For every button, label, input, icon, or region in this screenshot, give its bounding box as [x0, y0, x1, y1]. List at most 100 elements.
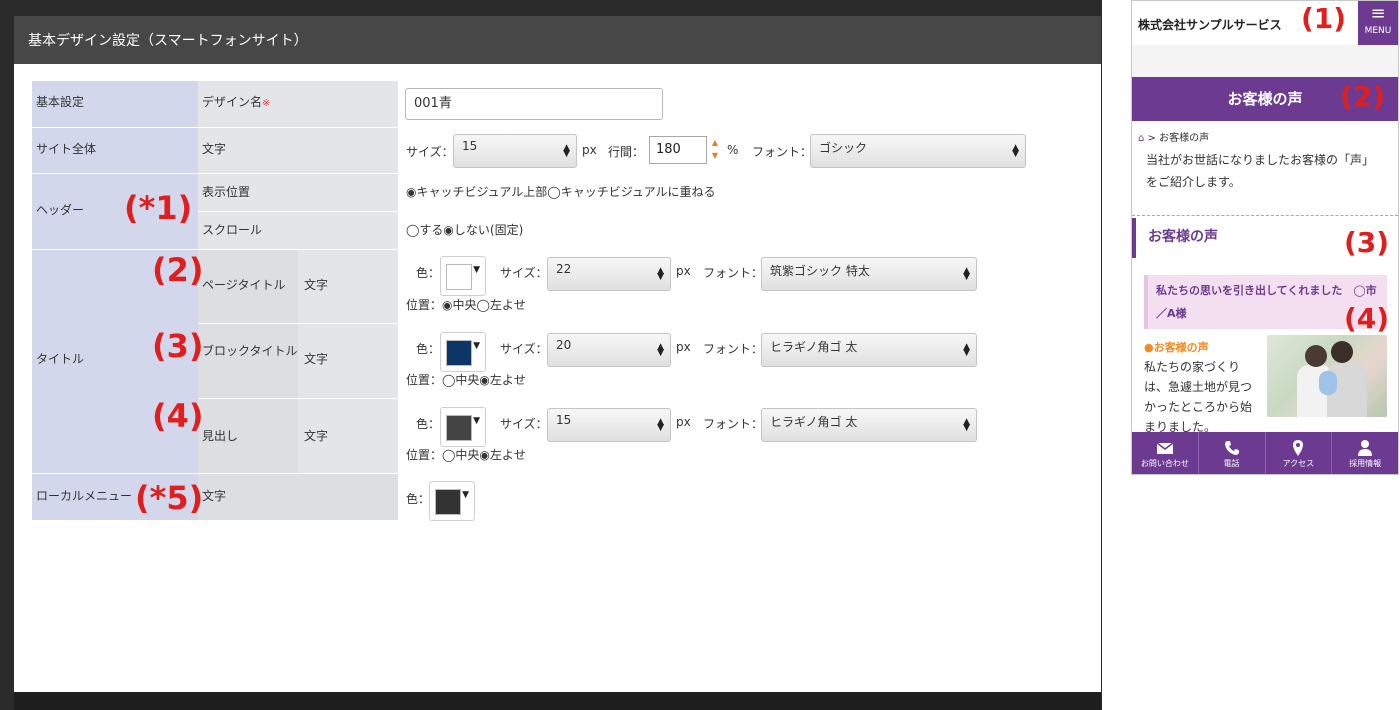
annotation-local-menu: (*5) — [135, 479, 204, 517]
local-menu-color-label: 色： — [406, 492, 431, 506]
modal-title: 基本デザイン設定（スマートフォンサイト） — [14, 16, 1101, 64]
site-size-unit: px — [582, 143, 597, 157]
nav-contact[interactable]: お問い合わせ — [1132, 432, 1199, 474]
row-divider — [198, 323, 398, 324]
family-photo — [1267, 335, 1387, 417]
dashed-divider — [1132, 215, 1398, 216]
row-divider — [32, 473, 398, 474]
group-label-title: タイトル — [36, 352, 85, 366]
item-label-page-title: ページタイトル — [202, 278, 286, 292]
preview-sub-heading: ●お客様の声 — [1144, 341, 1209, 354]
site-size-label: サイズ： — [406, 145, 454, 159]
block-title-font-label: フォント： — [703, 342, 764, 356]
block-title-size-select[interactable]: 20 ▲ ▼ — [547, 333, 671, 367]
block-title-color-swatch — [446, 340, 472, 366]
nav-phone-label: 電話 — [1223, 459, 1240, 468]
chevron-down-icon: ▼ — [473, 341, 480, 351]
design-name-input[interactable]: 001青 — [405, 88, 663, 120]
chevron-down-icon: ▼ — [462, 490, 469, 500]
annotation-phone-page-title: (2) — [1340, 80, 1386, 113]
header-scroll-radio-group[interactable]: ◯する◉しない(固定) — [406, 221, 523, 238]
heading-size-unit: px — [676, 415, 691, 429]
chevron-down-icon: ▼ — [473, 265, 480, 275]
page-title-position-radio-group[interactable]: 位置：◉中央◯左よせ — [406, 296, 526, 313]
site-font-select[interactable]: ゴシック ▲ ▼ — [810, 134, 1026, 168]
item-label-display-position: 表示位置 — [202, 185, 251, 199]
sub-label-block-title-text: 文字 — [304, 352, 329, 366]
heading-color-swatch — [446, 415, 472, 441]
page-title-size-unit: px — [676, 264, 691, 278]
nav-access-label: アクセス — [1282, 459, 1315, 468]
nav-recruit[interactable]: 採用情報 — [1332, 432, 1398, 474]
nav-contact-label: お問い合わせ — [1140, 459, 1189, 468]
annotation-page-title: (2) — [152, 251, 204, 289]
page-title-font-select[interactable]: 筑紫ゴシック 特太 ▲ ▼ — [761, 257, 977, 291]
site-font-label: フォント： — [752, 145, 813, 159]
row-divider — [32, 249, 398, 250]
preview-body-text: 私たちの家づくりは、急遽土地が見つかったところから始まりました。 — [1144, 360, 1253, 433]
row-divider — [32, 173, 398, 174]
heading-color-picker[interactable]: ▼ — [440, 407, 486, 447]
annotation-phone-block-title: (3) — [1344, 226, 1390, 259]
nav-recruit-label: 採用情報 — [1349, 459, 1382, 468]
nav-phone[interactable]: 電話 — [1199, 432, 1266, 474]
sub-label-heading-text: 文字 — [304, 429, 329, 443]
menu-label: MENU — [1364, 26, 1392, 36]
annotation-header: (*1) — [124, 189, 193, 227]
page-title-color-swatch — [446, 264, 472, 290]
item-label-scroll: スクロール — [202, 223, 263, 237]
catch-visual-area — [1132, 45, 1398, 77]
line-height-input[interactable]: 180 — [649, 136, 707, 164]
row-divider — [198, 211, 398, 212]
hamburger-icon: ≡ — [1370, 3, 1386, 24]
local-menu-color-picker[interactable]: ▼ — [429, 481, 475, 521]
item-label-site-text: 文字 — [202, 142, 227, 156]
heading-font-select[interactable]: ヒラギノ角ゴ 太 ▲ ▼ — [761, 408, 977, 442]
breadcrumb: ⌂ > お客様の声 — [1132, 121, 1398, 145]
line-height-label: 行間： — [608, 145, 645, 159]
block-title-position-radio-group[interactable]: 位置：◯中央◉左よせ — [406, 371, 526, 388]
group-label-site: サイト全体 — [36, 142, 97, 156]
block-title-color-label: 色： — [416, 342, 441, 356]
heading-position-radio-group[interactable]: 位置：◯中央◉左よせ — [406, 446, 526, 463]
row-divider — [198, 398, 398, 399]
item-label-block-title: ブロックタイトル — [202, 344, 298, 358]
breadcrumb-current: お客様の声 — [1159, 133, 1210, 144]
annotation-block-title: (3) — [152, 327, 204, 365]
phone-icon — [1224, 441, 1239, 455]
site-size-select[interactable]: 15 ▲ ▼ — [453, 134, 577, 168]
annotation-phone-header: (1) — [1301, 2, 1347, 35]
map-pin-icon — [1293, 440, 1304, 456]
annotation-phone-heading: (4) — [1344, 302, 1390, 335]
home-icon[interactable]: ⌂ — [1138, 133, 1144, 144]
line-height-spinner[interactable]: ▲ ▼ — [709, 136, 721, 164]
row-divider — [32, 127, 398, 128]
block-title-color-picker[interactable]: ▼ — [440, 332, 486, 372]
heading-font-label: フォント： — [703, 417, 764, 431]
annotation-heading: (4) — [152, 397, 204, 435]
page-title-font-label: フォント： — [703, 266, 764, 280]
page-title-color-picker[interactable]: ▼ — [440, 256, 486, 296]
menu-button[interactable]: ≡ MENU — [1358, 1, 1398, 45]
chevron-down-icon: ▼ — [473, 416, 480, 426]
page-title-size-label: サイズ： — [500, 266, 548, 280]
person-icon — [1358, 440, 1373, 456]
intro-text: 当社がお世話になりましたお客様の「声」をご紹介します。 — [1146, 153, 1375, 189]
group-label-header: ヘッダー — [36, 203, 85, 217]
breadcrumb-separator: > — [1147, 133, 1156, 144]
heading-size-select[interactable]: 15 ▲ ▼ — [547, 408, 671, 442]
header-position-radio-group[interactable]: ◉キャッチビジュアル上部◯キャッチビジュアルに重ねる — [406, 183, 716, 200]
item-label-heading: 見出し — [202, 429, 239, 443]
block-title-font-select[interactable]: ヒラギノ角ゴ 太 ▲ ▼ — [761, 333, 977, 367]
page-title-size-select[interactable]: 22 ▲ ▼ — [547, 257, 671, 291]
company-name: 株式会社サンプルサービス — [1138, 18, 1282, 32]
item-label-local-menu-text: 文字 — [202, 489, 227, 503]
required-mark: ※ — [262, 98, 271, 109]
page-title-color-label: 色： — [416, 266, 441, 280]
mail-icon — [1156, 442, 1174, 454]
heading-size-label: サイズ： — [500, 417, 548, 431]
heading-color-label: 色： — [416, 417, 441, 431]
nav-access[interactable]: アクセス — [1266, 432, 1333, 474]
block-title-size-unit: px — [676, 340, 691, 354]
preview-header: 株式会社サンプルサービス ≡ MENU — [1132, 1, 1398, 45]
